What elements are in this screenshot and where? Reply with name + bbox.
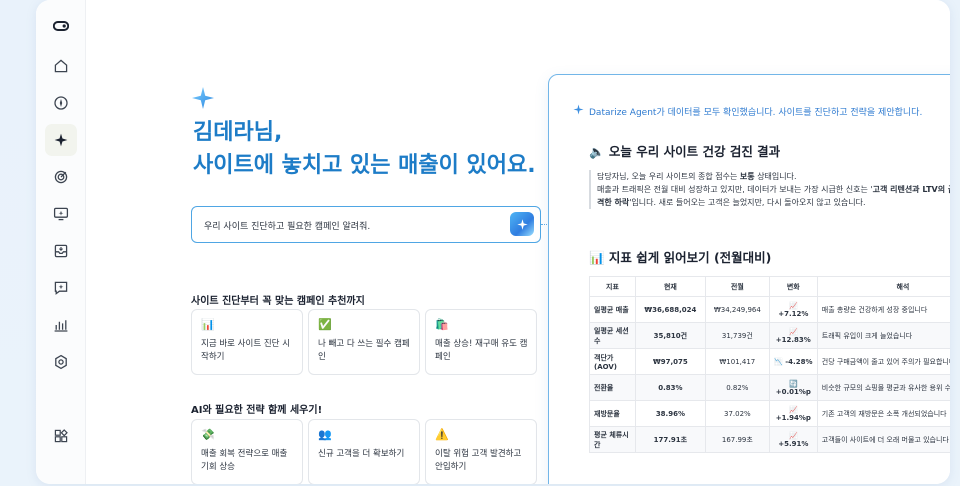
chat-sparkle-icon[interactable] xyxy=(45,272,77,304)
sparkle-icon xyxy=(516,218,528,230)
column-header: 전월 xyxy=(704,276,770,297)
table-row: 전환율 0.83% 0.82% 🔄 +0.01%p 비슷한 규모의 쇼핑몰 평균… xyxy=(589,374,950,401)
column-header: 현재 xyxy=(634,276,706,297)
section-title-strategy: AI와 필요한 전략 함께 세우기! xyxy=(191,405,323,416)
compass-icon[interactable] xyxy=(45,87,77,119)
suggestion-card[interactable]: ⚠️ 이탈 위험 고객 발견하고 안입하기 xyxy=(425,419,537,484)
table-row: 일평균 세션 수 35,810건 31,739건 📈 +12.83% 트래픽 유… xyxy=(589,322,950,349)
apps-icon[interactable] xyxy=(45,420,77,452)
target-icon[interactable] xyxy=(45,161,77,193)
table-row: 일평균 매출 ₩36,688,024 ₩34,249,964 📈 +7.12% … xyxy=(589,296,950,323)
column-header: 해석 xyxy=(816,276,950,297)
send-button[interactable] xyxy=(510,212,534,236)
column-header: 지표 xyxy=(589,276,636,297)
sidebar xyxy=(36,0,86,484)
agent-status: Datarize Agent가 데이터를 모두 확인했습니다. 사이트를 진단하… xyxy=(589,108,923,118)
home-icon[interactable] xyxy=(45,50,77,82)
card-text: 지금 바로 사이트 진단 시작하기 xyxy=(201,339,291,362)
suggestion-card[interactable]: 📊 지금 바로 사이트 진단 시작하기 xyxy=(191,309,303,375)
table-row: 평균 체류시간 177.91초 167.99초 📈 +5.91% 고객들이 사이… xyxy=(589,426,950,453)
card-text: 이탈 위험 고객 발견하고 안입하기 xyxy=(435,449,522,472)
warning-emoji-icon: ⚠️ xyxy=(435,428,449,441)
monitor-icon[interactable] xyxy=(45,198,77,230)
app-window: 김데라님, 사이트에 놓치고 있는 매출이 있어요. 우리 사이트 진단하고 필… xyxy=(36,0,950,484)
hero-title: 김데라님, 사이트에 놓치고 있는 매출이 있어요. xyxy=(193,116,536,182)
suggestion-card[interactable]: ✅ 나 빼고 다 쓰는 필수 캠페인 xyxy=(308,309,420,375)
table-row: 객단가 (AOV) ₩97,075 ₩101,417 📉 -4.28% 건당 구… xyxy=(589,348,950,375)
check-emoji-icon: ✅ xyxy=(318,318,332,331)
health-check-title: 🔈 오늘 우리 사이트 건강 검진 결과 xyxy=(589,144,781,159)
hero-greeting: 김데라님, xyxy=(193,120,283,145)
metrics-table: 지표 현재 전월 변화 해석 일평균 매출 ₩36,688,024 ₩34,24… xyxy=(589,276,950,453)
section-title-diagnosis: 사이트 진단부터 꼭 맞는 캠페인 추천까지 xyxy=(191,296,365,307)
sparkle-icon xyxy=(192,87,214,109)
column-header: 변화 xyxy=(768,276,818,297)
shopping-bag-emoji-icon: 🛍️ xyxy=(435,318,449,331)
metrics-title: 📊 지표 쉽게 읽어보기 (전월대비) xyxy=(589,250,772,265)
suggestion-card[interactable]: 🛍️ 매출 상승! 재구매 유도 캠페인 xyxy=(425,309,537,375)
prompt-text[interactable]: 우리 사이트 진단하고 필요한 캠페인 알려줘. xyxy=(204,219,370,232)
hero-headline: 사이트에 놓치고 있는 매출이 있어요. xyxy=(193,153,536,178)
card-text: 매출 회복 전략으로 매출 기회 상승 xyxy=(201,449,288,472)
toggle-icon[interactable] xyxy=(45,10,77,42)
inbox-icon[interactable] xyxy=(45,235,77,267)
table-header-row: 지표 현재 전월 변화 해석 xyxy=(589,276,950,297)
settings-icon[interactable] xyxy=(45,346,77,378)
sparkle-icon[interactable] xyxy=(45,124,77,156)
suggestion-card[interactable]: 💸 매출 회복 전략으로 매출 기회 상승 xyxy=(191,419,303,484)
card-text: 매출 상승! 재구매 유도 캠페인 xyxy=(435,339,528,362)
card-text: 나 빼고 다 쓰는 필수 캠페인 xyxy=(318,339,410,362)
sparkle-icon xyxy=(573,104,584,115)
card-text: 신규 고객을 더 확보하기 xyxy=(318,449,405,459)
money-emoji-icon: 💸 xyxy=(201,428,215,441)
prompt-input[interactable]: 우리 사이트 진단하고 필요한 캠페인 알려줘. xyxy=(191,206,541,243)
chart-emoji-icon: 📊 xyxy=(201,318,215,331)
bar-chart-icon[interactable] xyxy=(45,309,77,341)
table-row: 재방문율 38.96% 37.02% 📈 +1.94%p 기존 고객의 재방문은… xyxy=(589,400,950,427)
diagnosis-summary: 담당자님, 오늘 우리 사이트의 종합 점수는 보통 상태입니다. 매출과 트래… xyxy=(589,170,950,209)
agent-result-panel: Datarize Agent가 데이터를 모두 확인했습니다. 사이트를 진단하… xyxy=(548,74,950,484)
people-emoji-icon: 👥 xyxy=(318,428,332,441)
suggestion-card[interactable]: 👥 신규 고객을 더 확보하기 xyxy=(308,419,420,484)
